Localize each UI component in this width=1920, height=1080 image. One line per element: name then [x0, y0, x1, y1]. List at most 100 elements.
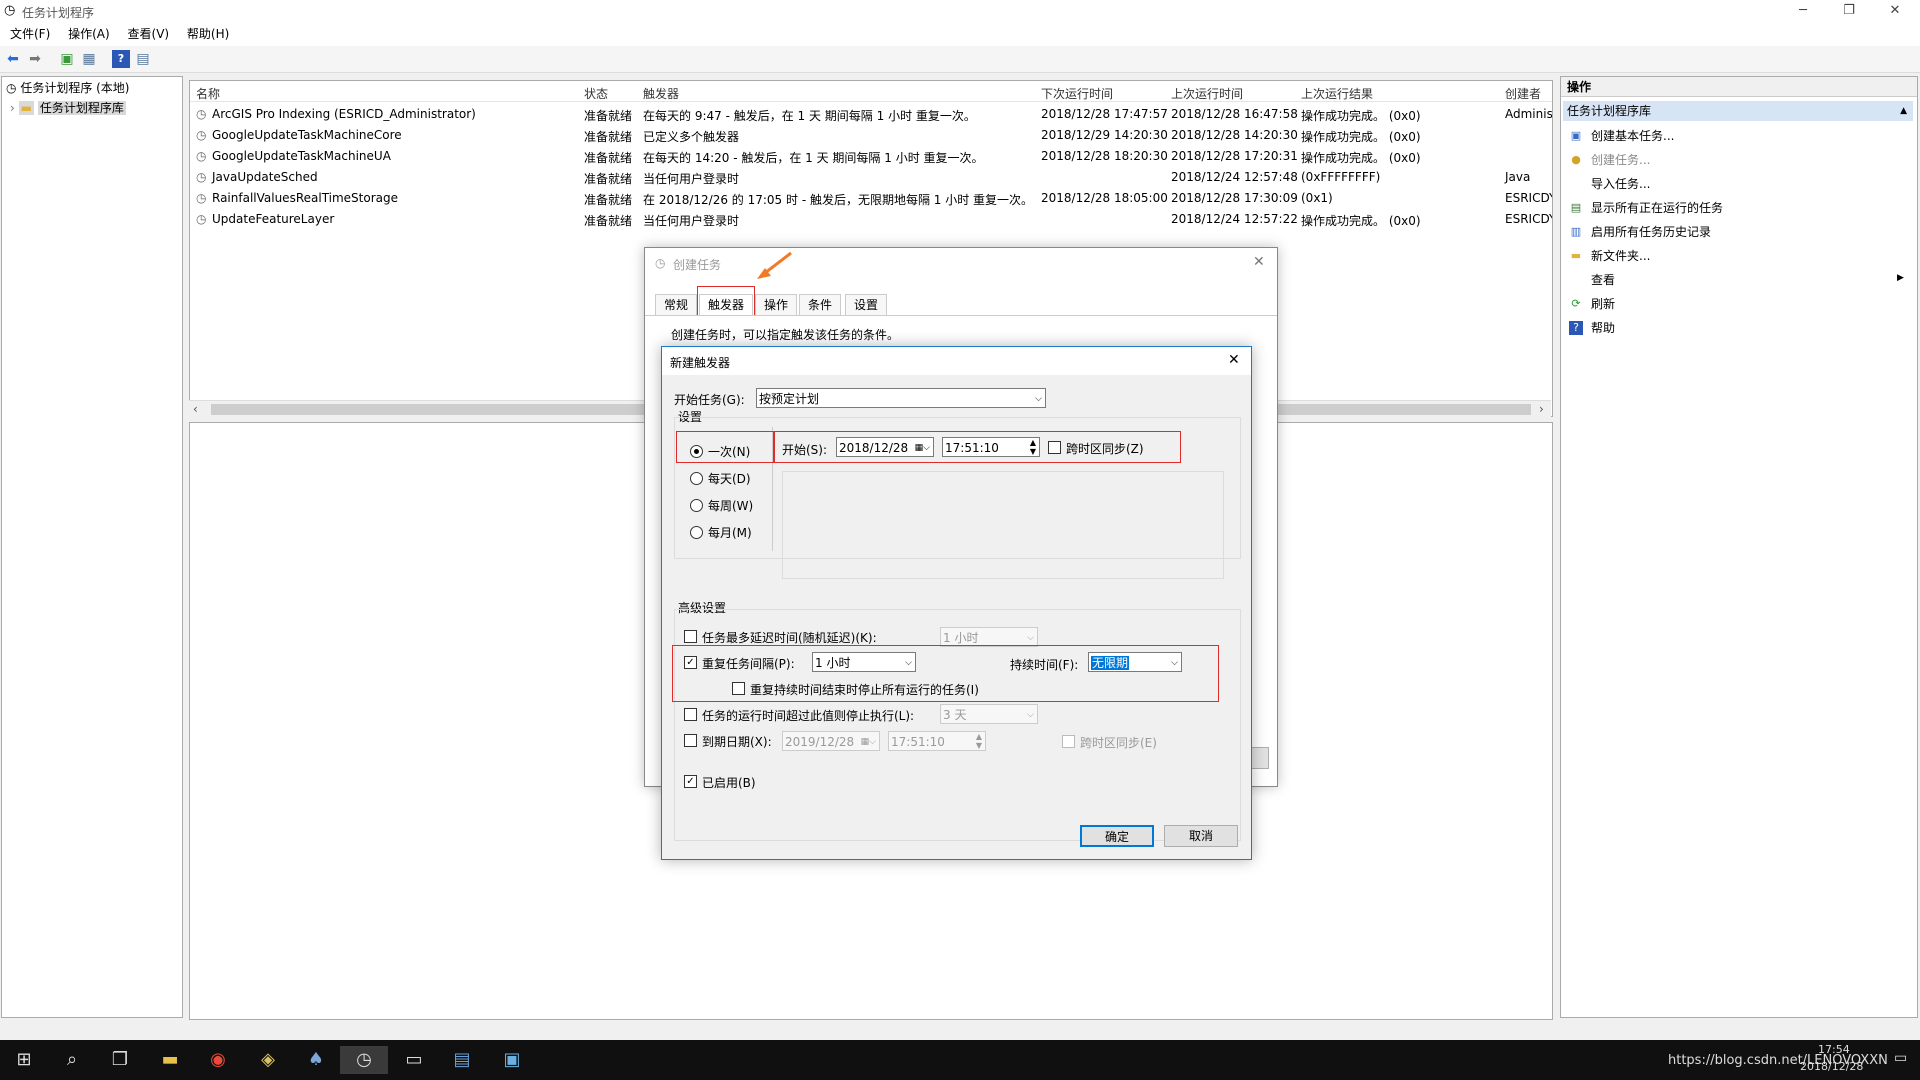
- column-header-triggers[interactable]: 触发器: [643, 85, 679, 102]
- actions-section-title[interactable]: 任务计划程序库 ▲: [1563, 101, 1913, 121]
- annotation-box: [672, 645, 1219, 702]
- table-cell[interactable]: RainfallValuesRealTimeStorage: [212, 191, 398, 205]
- tree-root[interactable]: ◷ 任务计划程序 (本地): [6, 79, 130, 97]
- column-header-next-run[interactable]: 下次运行时间: [1041, 85, 1113, 102]
- expire-sync-checkbox[interactable]: [1062, 735, 1075, 748]
- column-header-status[interactable]: 状态: [584, 85, 608, 102]
- start-task-label: 开始任务(G):: [674, 393, 745, 407]
- table-cell[interactable]: UpdateFeatureLayer: [212, 212, 334, 226]
- navigation-tree: ◷ 任务计划程序 (本地) › ▬ 任务计划程序库: [1, 76, 183, 1018]
- menu-action[interactable]: 操作(A): [61, 22, 117, 46]
- expire-time-spinner[interactable]: 17:51:10 ▲ ▼: [888, 731, 986, 751]
- scroll-right-icon[interactable]: ›: [1539, 402, 1544, 416]
- restore-button[interactable]: ❐: [1826, 0, 1872, 22]
- task-scheduler-icon[interactable]: ◷: [340, 1046, 388, 1074]
- notification-icon[interactable]: ▭: [1894, 1050, 1907, 1066]
- postgres-icon[interactable]: ♠: [292, 1046, 340, 1074]
- arcgis-icon[interactable]: ◈: [244, 1046, 292, 1074]
- actions-header: 操作: [1561, 77, 1917, 97]
- delay-label[interactable]: 任务最多延迟时间(随机延迟)(K):: [702, 629, 877, 646]
- action-refresh[interactable]: 刷新: [1591, 293, 1615, 315]
- tab-actions[interactable]: 操作: [755, 294, 798, 315]
- clock-date[interactable]: 2018/12/28: [1800, 1060, 1863, 1073]
- tab-general[interactable]: 常规: [655, 294, 698, 315]
- column-header-author[interactable]: 创建者: [1505, 85, 1541, 102]
- expire-checkbox[interactable]: [684, 734, 697, 747]
- action-import-task[interactable]: 导入任务...: [1591, 173, 1650, 195]
- remote-desktop-icon[interactable]: ▣: [488, 1046, 536, 1074]
- scroll-left-icon[interactable]: ‹: [193, 402, 198, 416]
- windows-start-icon[interactable]: ⊞: [0, 1046, 48, 1074]
- stop-if-select[interactable]: 3 天 ⌵: [940, 704, 1038, 724]
- table-cell[interactable]: GoogleUpdateTaskMachineUA: [212, 149, 391, 163]
- action-new-folder[interactable]: 新文件夹...: [1591, 245, 1650, 267]
- document-icon[interactable]: ▤: [438, 1046, 486, 1074]
- command-prompt-icon[interactable]: ▭: [390, 1046, 438, 1074]
- chevron-right-icon[interactable]: ›: [10, 101, 15, 115]
- chrome-icon[interactable]: ◉: [194, 1046, 242, 1074]
- task-clock-icon: ◷: [196, 149, 207, 163]
- delay-checkbox[interactable]: [684, 630, 697, 643]
- tab-settings[interactable]: 设置: [845, 294, 888, 315]
- annotation-box: [774, 431, 1181, 463]
- submenu-arrow-icon[interactable]: ▶: [1897, 273, 1904, 283]
- table-cell[interactable]: ArcGIS Pro Indexing (ESRICD_Administrato…: [212, 107, 476, 121]
- file-explorer-icon[interactable]: ▬: [146, 1046, 194, 1074]
- action-pane-icon[interactable]: ▤: [134, 50, 152, 68]
- expire-date-picker[interactable]: 2019/12/28 ▦⌵: [782, 731, 880, 751]
- expire-label[interactable]: 到期日期(X):: [702, 733, 772, 750]
- action-create-task[interactable]: 创建任务...: [1591, 149, 1650, 171]
- column-header-last-result[interactable]: 上次运行结果: [1301, 85, 1373, 102]
- delay-select[interactable]: 1 小时 ⌵: [940, 627, 1038, 647]
- menu-view[interactable]: 查看(V): [121, 22, 177, 46]
- enabled-checkbox[interactable]: ✓: [684, 775, 697, 788]
- ok-button[interactable]: 确定: [1080, 825, 1154, 847]
- cancel-button[interactable]: 取消: [1164, 825, 1238, 847]
- calendar-icon[interactable]: ▦⌵: [861, 732, 876, 752]
- expire-sync-label[interactable]: 跨时区同步(E): [1080, 734, 1157, 751]
- radio-daily[interactable]: [690, 472, 703, 485]
- column-header-name[interactable]: 名称: [196, 85, 220, 102]
- close-icon[interactable]: ✕: [1228, 352, 1240, 368]
- enabled-label[interactable]: 已启用(B): [702, 774, 756, 791]
- close-button[interactable]: ✕: [1872, 0, 1918, 22]
- search-icon[interactable]: ⌕: [48, 1046, 96, 1074]
- forward-arrow-icon[interactable]: ➡: [26, 50, 44, 68]
- help-icon[interactable]: ?: [112, 50, 130, 68]
- tab-conditions[interactable]: 条件: [799, 294, 842, 315]
- task-clock-icon: ◷: [196, 212, 207, 226]
- schedule-detail-area: [782, 471, 1224, 579]
- radio-weekly[interactable]: [690, 499, 703, 512]
- running-tasks-icon: ▤: [1570, 201, 1582, 214]
- menu-help[interactable]: 帮助(H): [180, 22, 236, 46]
- stop-if-label[interactable]: 任务的运行时间超过此值则停止执行(L):: [702, 707, 914, 724]
- table-cell[interactable]: GoogleUpdateTaskMachineCore: [212, 128, 402, 142]
- action-help[interactable]: 帮助: [1591, 317, 1615, 339]
- start-task-select[interactable]: 按预定计划 ⌵: [756, 388, 1046, 408]
- chevron-down-icon: ⌵: [1035, 394, 1042, 404]
- table-cell: 在每天的 14:20 - 触发后，在 1 天 期间每隔 1 小时 重复一次。: [643, 151, 984, 165]
- back-arrow-icon[interactable]: ⬅: [4, 50, 22, 68]
- show-hide-console-icon[interactable]: ▦: [80, 50, 98, 68]
- minimize-button[interactable]: ─: [1780, 0, 1826, 22]
- action-create-basic-task[interactable]: 创建基本任务...: [1591, 125, 1674, 147]
- clock-time[interactable]: 17:54: [1818, 1043, 1850, 1056]
- up-folder-icon[interactable]: ▣: [58, 50, 76, 68]
- radio-monthly-label[interactable]: 每月(M): [708, 524, 752, 541]
- table-cell: 操作成功完成。 (0x0): [1301, 214, 1421, 228]
- menu-file[interactable]: 文件(F): [3, 22, 57, 46]
- radio-monthly[interactable]: [690, 526, 703, 539]
- column-header-last-run[interactable]: 上次运行时间: [1171, 85, 1243, 102]
- action-show-running[interactable]: 显示所有正在运行的任务: [1591, 197, 1723, 219]
- collapse-up-icon[interactable]: ▲: [1900, 101, 1907, 121]
- radio-daily-label[interactable]: 每天(D): [708, 470, 751, 487]
- table-cell[interactable]: JavaUpdateSched: [212, 170, 318, 184]
- stop-if-checkbox[interactable]: [684, 708, 697, 721]
- action-enable-history[interactable]: 启用所有任务历史记录: [1591, 221, 1711, 243]
- close-icon[interactable]: ✕: [1253, 254, 1265, 270]
- spinner-icon[interactable]: ▲ ▼: [976, 732, 982, 750]
- task-view-icon[interactable]: ❐: [96, 1046, 144, 1074]
- radio-weekly-label[interactable]: 每周(W): [708, 497, 753, 514]
- tree-item-task-library[interactable]: › ▬ 任务计划程序库: [10, 99, 126, 117]
- action-view[interactable]: 查看: [1591, 269, 1615, 291]
